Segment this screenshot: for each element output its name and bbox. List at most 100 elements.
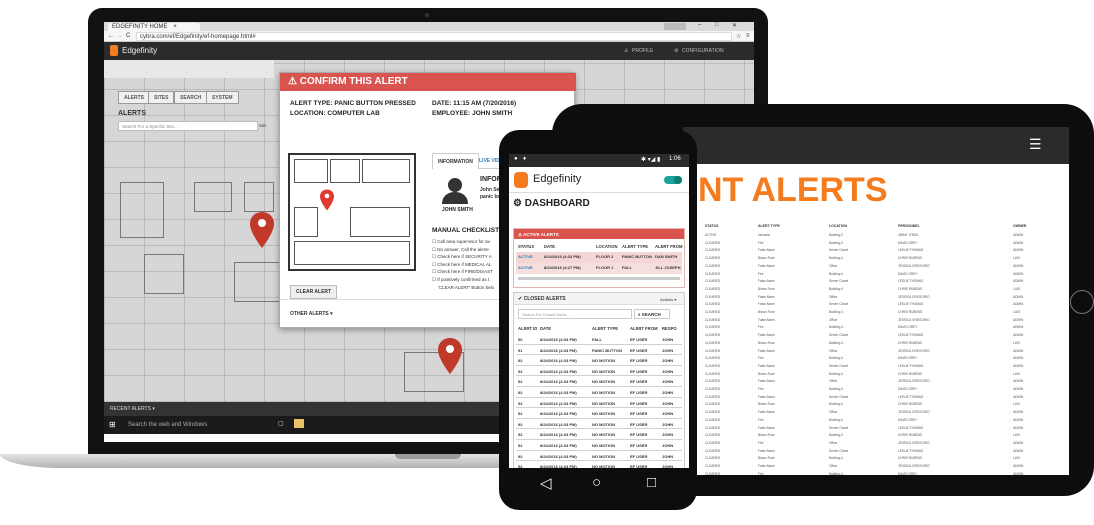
close-icon[interactable]: × bbox=[173, 24, 177, 30]
table-row[interactable]: CLEARED Blown Fuse Building 4 CHRIS RUBENS L… bbox=[683, 287, 1069, 295]
reload-icon[interactable]: C bbox=[126, 33, 130, 39]
recents-nav-icon[interactable]: □ bbox=[647, 474, 656, 491]
site-search-button[interactable]: Set bbox=[256, 121, 274, 131]
table-cell: LESLIE THOMAS bbox=[898, 425, 924, 430]
closed-alert-row[interactable]: 92 8/24/2016 (4:33 PM) NO MOTION EF USER JOH… bbox=[516, 429, 682, 440]
table-row[interactable]: CLEARED False Alarm Server Closet LESLIE TH… bbox=[683, 333, 1069, 341]
table-row[interactable]: CLEARED False Alarm Office JESSICA GREGORIO… bbox=[683, 349, 1069, 357]
maximize-icon[interactable]: □ bbox=[715, 22, 719, 28]
closed-alert-row[interactable]: 92 8/24/2016 (4:33 PM) NO MOTION EF USER JOH… bbox=[516, 376, 682, 387]
home-nav-icon[interactable]: ○ bbox=[592, 474, 601, 491]
closed-alert-row[interactable]: 92 8/24/2016 (4:33 PM) NO MOTION EF USER JOH… bbox=[516, 355, 682, 366]
table-cell: CLEARED bbox=[705, 433, 721, 438]
forward-icon[interactable]: → bbox=[117, 33, 123, 39]
table-row[interactable]: CLEARED Blown Fuse Building 4 CHRIS RUBENS L… bbox=[683, 433, 1069, 441]
closed-alert-row[interactable]: 92 8/24/2016 (4:33 PM) NO MOTION EF USER JOH… bbox=[516, 419, 682, 430]
browser-tab[interactable]: EDGEFINITY HOME × bbox=[108, 23, 200, 31]
table-row[interactable]: CLEARED False Alarm Server Closet LESLIE TH… bbox=[683, 302, 1069, 310]
site-search-input[interactable]: Search For a Specific Site... bbox=[118, 121, 258, 131]
map-pin-icon[interactable] bbox=[438, 338, 462, 374]
table-row[interactable]: CLEARED Blown Fuse Building 4 CHRIS RUBENS L… bbox=[683, 372, 1069, 380]
tab-search[interactable]: SEARCH bbox=[174, 91, 208, 104]
window-close-icon[interactable]: ✕ bbox=[732, 22, 737, 29]
table-row[interactable]: CLEARED Blown Fuse Building 4 CHRIS RUBENS L… bbox=[683, 256, 1069, 264]
table-cell: LUIS bbox=[1013, 256, 1021, 261]
table-row[interactable]: CLEARED False Alarm Office JESSICA GREGORIO… bbox=[683, 464, 1069, 472]
back-icon[interactable]: ← bbox=[108, 33, 114, 39]
table-cell: Building 4 bbox=[829, 387, 843, 391]
back-nav-icon[interactable]: ◁ bbox=[540, 474, 552, 492]
table-row[interactable]: CLEARED False Alarm Server Closet LESLIE TH… bbox=[683, 248, 1069, 256]
alert-type: ALERT TYPE: PANIC BUTTON PRESSED bbox=[290, 100, 416, 107]
closed-alert-row[interactable]: 90 8/24/2016 (4:33 PM) FALL EF USER JOHN bbox=[516, 334, 682, 345]
table-cell: False Alarm bbox=[758, 279, 775, 284]
task-view-icon[interactable]: ▢ bbox=[278, 420, 284, 427]
table-row[interactable]: CLEARED Fire Building 4 DAVID GREY ADMIN bbox=[683, 241, 1069, 249]
table-cell: Server Closet bbox=[829, 302, 849, 307]
map-pin-icon[interactable] bbox=[250, 212, 274, 248]
active-alert-row[interactable]: ACTIVE 8/24/2016 (4:27 PM) FLOOR 1 FALL JILL… bbox=[514, 265, 684, 276]
table-row[interactable]: CLEARED Fire Building 4 DAVID GREY ADMIN bbox=[683, 272, 1069, 280]
minimize-icon[interactable]: – bbox=[698, 22, 701, 28]
map-pin-icon bbox=[320, 189, 334, 211]
table-row[interactable]: CLEARED False Alarm Server Closet LESLIE TH… bbox=[683, 426, 1069, 434]
closed-alerts-search-input[interactable]: Search For Closed Alerts... bbox=[518, 309, 632, 319]
table-row[interactable]: CLEARED Fire Building 4 DAVID GREY ADMIN bbox=[683, 325, 1069, 333]
closed-alert-row[interactable]: 92 8/24/2016 (4:33 PM) NO MOTION EF USER JOH… bbox=[516, 451, 682, 462]
closed-alerts-header: ✔ CLOSED ALERTS bbox=[514, 293, 684, 305]
clear-alert-button[interactable]: CLEAR ALERT bbox=[290, 285, 338, 299]
table-row[interactable]: CLEARED False Alarm Server Closet LESLIE TH… bbox=[683, 364, 1069, 372]
table-row[interactable]: CLEARED Blown Fuse Building 4 CHRIS RUBENS L… bbox=[683, 456, 1069, 464]
toggle-switch[interactable] bbox=[664, 176, 682, 184]
file-explorer-icon[interactable] bbox=[294, 419, 304, 428]
table-row[interactable]: CLEARED Fire Building 4 DAVID GREY ADMIN bbox=[683, 356, 1069, 364]
table-row[interactable]: CLEARED False Alarm Office JESSICA GREGORIO… bbox=[683, 379, 1069, 387]
table-cell: Office bbox=[829, 294, 838, 299]
closed-alert-row[interactable]: 92 8/24/2016 (4:33 PM) NO MOTION EF USER JOH… bbox=[516, 366, 682, 377]
table-row[interactable]: CLEARED False Alarm Server Closet LESLIE TH… bbox=[683, 449, 1069, 457]
taskbar-search[interactable]: Search the web and Windows bbox=[122, 418, 272, 432]
table-row[interactable]: CLEARED False Alarm Office JESSICA GREGORIO… bbox=[683, 264, 1069, 272]
tab-sites[interactable]: SITES bbox=[148, 91, 175, 104]
closed-alert-row[interactable]: 92 8/24/2016 (4:33 PM) NO MOTION EF USER JOH… bbox=[516, 461, 682, 468]
table-row[interactable]: CLEARED False Alarm Office JESSICA GREGORIO… bbox=[683, 318, 1069, 326]
closed-alert-row[interactable]: 92 8/24/2016 (4:33 PM) NO MOTION EF USER JOH… bbox=[516, 398, 682, 409]
profile-menu[interactable]: PROFILE bbox=[632, 48, 653, 54]
other-alerts-toggle[interactable]: OTHER ALERTS ▾ bbox=[290, 311, 333, 317]
table-row[interactable]: CLEARED Fire Office JESSICA GREGORIO ADMIN bbox=[683, 441, 1069, 449]
table-row[interactable]: CLEARED Blown Fuse Building 4 CHRIS RUBENS L… bbox=[683, 341, 1069, 349]
table-row[interactable]: CLEARED Fire Building 4 DAVID GREY ADMIN bbox=[683, 418, 1069, 426]
table-row[interactable]: CLEARED False Alarm Office JESSICA GREGORIO… bbox=[683, 295, 1069, 303]
star-icon[interactable]: ☆ bbox=[736, 33, 741, 40]
tab-alerts[interactable]: ALERTS bbox=[118, 91, 150, 104]
actions-dropdown[interactable]: Actions ▾ bbox=[660, 297, 676, 302]
closed-alert-row[interactable]: 92 8/24/2016 (4:33 PM) NO MOTION EF USER JOH… bbox=[516, 408, 682, 419]
table-row[interactable]: CLEARED Blown Fuse Building 4 CHRIS RUBENS L… bbox=[683, 402, 1069, 410]
windows-start-icon[interactable]: ⊞ bbox=[109, 420, 116, 429]
table-cell: Server Closet bbox=[829, 394, 849, 399]
active-alert-row[interactable]: ACTIVE 8/24/2016 (4:33 PM) FLOOR 2 PANIC BU… bbox=[514, 254, 684, 265]
table-cell: ADMIN bbox=[1013, 379, 1024, 384]
menu-icon[interactable]: ≡ bbox=[746, 33, 750, 39]
table-row[interactable]: CLEARED Blown Fuse Building 4 CHRIS RUBENS L… bbox=[683, 310, 1069, 318]
table-row[interactable]: CLEARED False Alarm Office JESSICA GREGORIO… bbox=[683, 410, 1069, 418]
sidebar-heading: ALERTS bbox=[118, 110, 146, 117]
active-alert-cell: ACTIVE bbox=[518, 254, 533, 259]
closed-alerts-search-button[interactable]: ⌕ SEARCH bbox=[634, 309, 670, 319]
table-row[interactable]: ACTIVE Intrusion Building 2 JIMMY O'NEIL ADM… bbox=[683, 233, 1069, 241]
configuration-menu[interactable]: CONFIGURATION bbox=[682, 48, 724, 54]
tab-system[interactable]: SYSTEM bbox=[206, 91, 239, 104]
closed-alert-row[interactable]: 92 8/24/2016 (4:33 PM) NO MOTION EF USER JOH… bbox=[516, 440, 682, 451]
tab-information[interactable]: INFORMATION bbox=[432, 153, 479, 169]
table-row[interactable]: CLEARED False Alarm Server Closet LESLIE TH… bbox=[683, 395, 1069, 403]
closed-alert-row[interactable]: 92 8/24/2016 (4:33 PM) NO MOTION EF USER JOH… bbox=[516, 387, 682, 398]
table-row[interactable]: CLEARED Fire Building 4 DAVID GREY ADMIN bbox=[683, 387, 1069, 395]
table-row[interactable]: CLEARED False Alarm Server Closet LESLIE TH… bbox=[683, 279, 1069, 287]
horizontal-scrollbar[interactable] bbox=[518, 277, 680, 280]
closed-alert-row[interactable]: 91 8/24/2016 (4:33 PM) PANIC BUTTON EF USER… bbox=[516, 345, 682, 356]
table-row[interactable]: CLEARED Fire Building 4 DAVID GREY ADMIN bbox=[683, 472, 1069, 475]
hamburger-menu-icon[interactable]: ☰ bbox=[1029, 137, 1042, 151]
plan-room bbox=[294, 159, 328, 183]
table-cell: ADMIN bbox=[1013, 263, 1024, 268]
address-bar[interactable]: cybra.com/ef/Edgefinity/ef-homepage.html… bbox=[136, 32, 732, 41]
